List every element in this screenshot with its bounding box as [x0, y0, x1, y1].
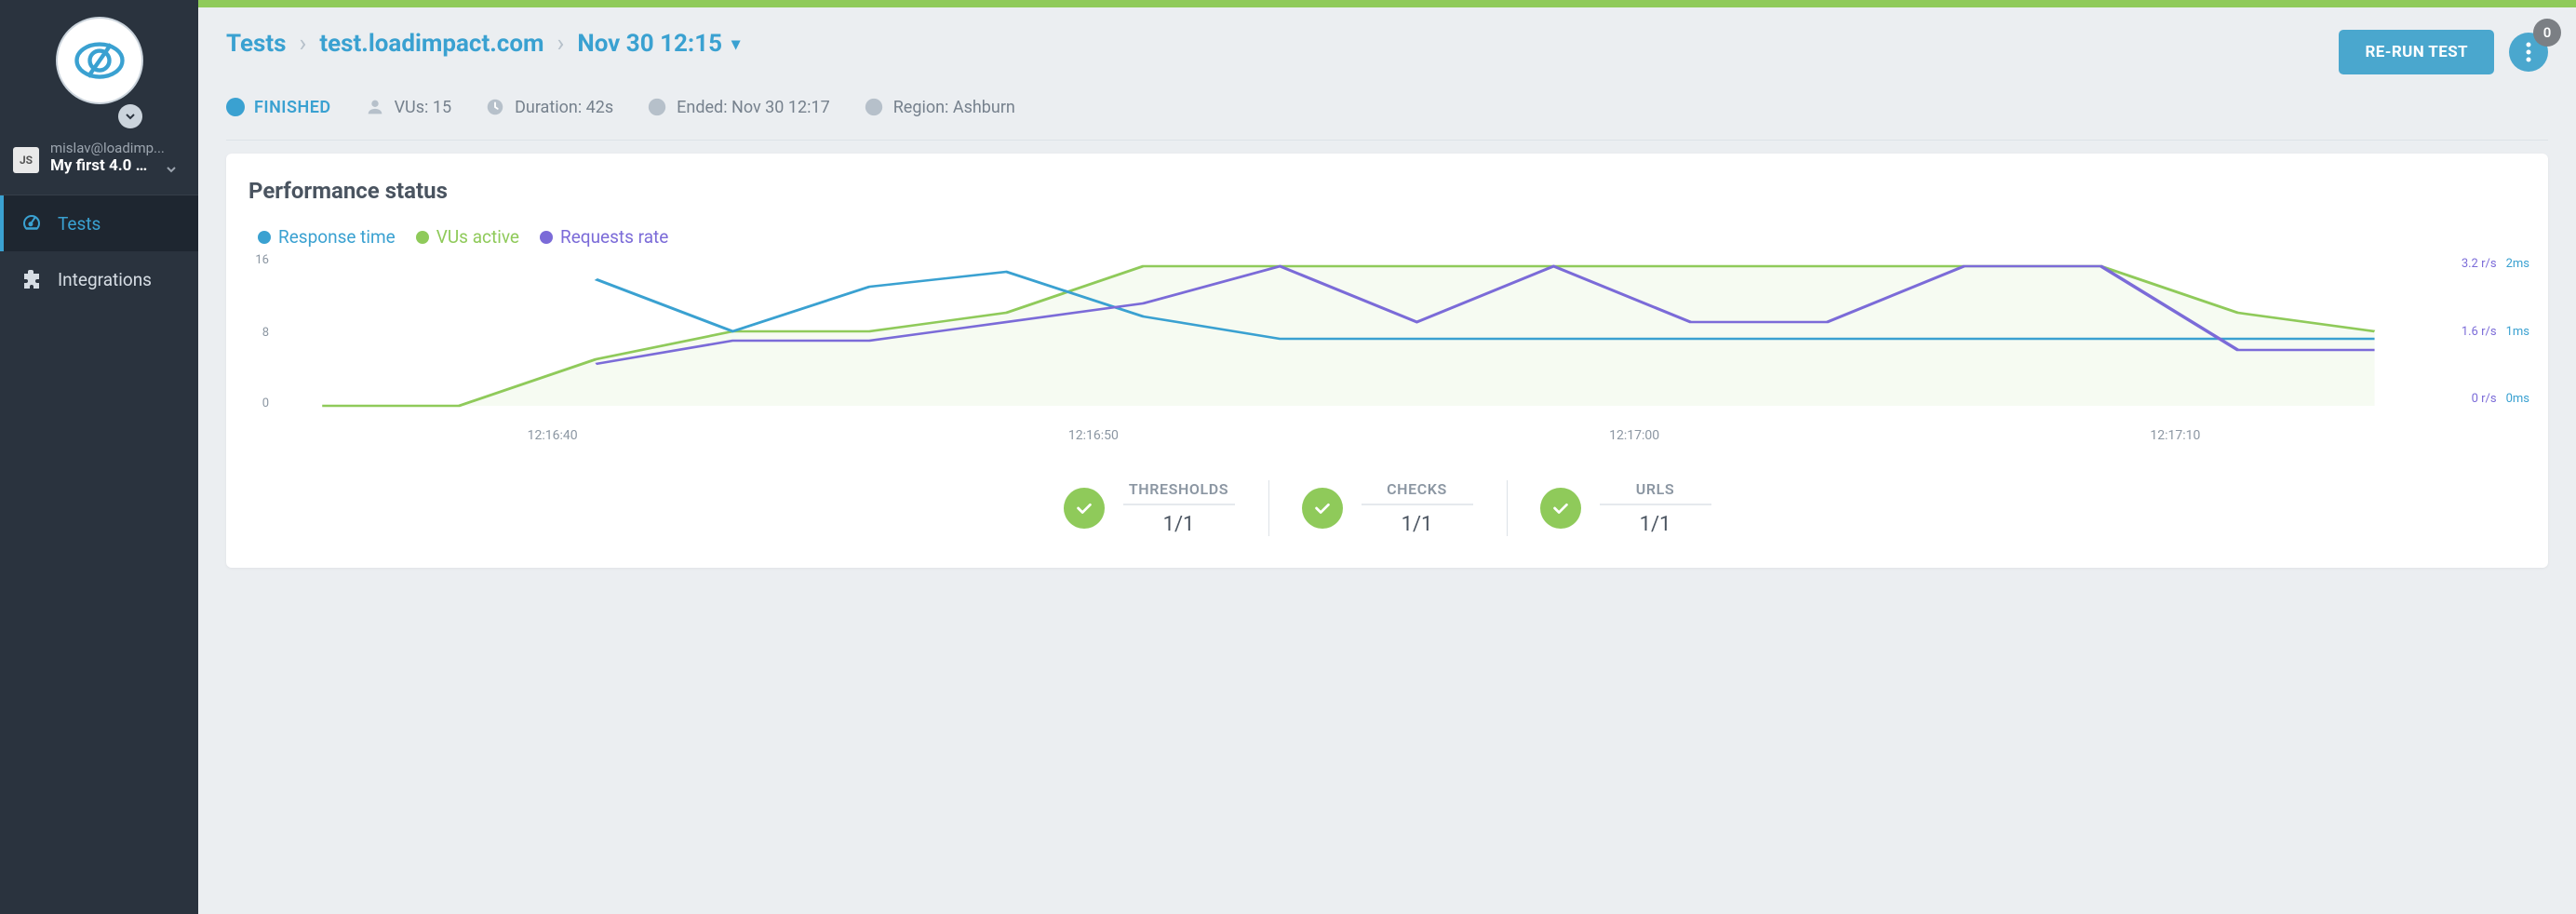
meta-region-label: Region: Ashburn [893, 98, 1015, 117]
user-icon [365, 97, 385, 117]
eye-logo-icon [74, 34, 126, 87]
legend-requests-rate[interactable]: Requests rate [540, 226, 668, 248]
y-tick: 3.2 r/s [2462, 257, 2497, 271]
meta-region: Region: Ashburn [864, 97, 1015, 117]
chart-legend: Response time VUs active Requests rate [258, 226, 2529, 248]
puzzle-icon [20, 268, 43, 290]
card-title: Performance status [248, 178, 2529, 204]
notification-badge[interactable]: 0 [2533, 19, 2561, 47]
y-tick: 0 r/s [2472, 392, 2497, 406]
y-axis-right: 3.2 r/s 2ms 1.6 r/s 1ms 0 r/s 0ms [2462, 257, 2529, 406]
breadcrumb-root[interactable]: Tests [226, 30, 287, 58]
x-axis: 12:16:40 12:16:50 12:17:00 12:17:10 [282, 428, 2446, 443]
meta-duration-label: Duration: 42s [515, 98, 613, 117]
meta-ended: Ended: Nov 30 12:17 [647, 97, 830, 117]
y-axis-left: 16 8 0 [245, 257, 273, 406]
check-icon [1064, 488, 1105, 529]
dot-icon [416, 231, 429, 244]
dot-icon [258, 231, 271, 244]
stat-title: CHECKS [1362, 480, 1473, 505]
legend-response-time[interactable]: Response time [258, 226, 396, 248]
stat-title: URLS [1600, 480, 1711, 505]
y-tick: 1.6 r/s [2462, 325, 2497, 339]
y-tick: 16 [255, 253, 269, 267]
legend-label: Response time [278, 226, 396, 248]
nav-tests-label: Tests [58, 213, 101, 235]
breadcrumb-date-dropdown[interactable]: Nov 30 12:15 ▾ [577, 30, 740, 58]
y-tick: 2ms [2506, 257, 2529, 271]
y-tick: 0 [262, 397, 269, 410]
user-email: mislav@loadimp... [50, 140, 177, 156]
nav-integrations-label: Integrations [58, 269, 152, 290]
check-icon [1540, 488, 1581, 529]
stat-urls[interactable]: URLS 1/1 [1507, 477, 1745, 540]
app-logo[interactable] [58, 19, 141, 102]
stat-value: 1/1 [1600, 513, 1711, 536]
nav-tests[interactable]: Tests [0, 195, 198, 251]
x-tick: 12:17:10 [1905, 428, 2446, 443]
main-content: Tests › test.loadimpact.com › Nov 30 12:… [198, 0, 2576, 914]
logo-wrap [0, 0, 198, 130]
breadcrumb-site[interactable]: test.loadimpact.com [319, 30, 543, 58]
status-dot-icon [226, 98, 245, 116]
header-actions: RE-RUN TEST [2339, 30, 2548, 74]
dot-icon [540, 231, 553, 244]
performance-chart: 16 8 0 3.2 r/s 2ms 1.6 r/s 1ms 0 r/s 0ms 12… [245, 257, 2529, 443]
js-badge-icon: JS [13, 147, 39, 173]
chevron-down-icon [166, 164, 177, 179]
meta-ended-label: Ended: Nov 30 12:17 [677, 98, 830, 117]
project-name: My first 4.0 proj [50, 156, 177, 180]
user-project-block[interactable]: JS mislav@loadimp... My first 4.0 proj [0, 130, 198, 195]
caret-down-icon: ▾ [731, 34, 740, 54]
y-tick: 8 [262, 326, 269, 340]
legend-label: VUs active [436, 226, 519, 248]
legend-vus-active[interactable]: VUs active [416, 226, 519, 248]
stat-value: 1/1 [1362, 513, 1473, 536]
x-tick: 12:17:00 [1364, 428, 1905, 443]
status-stripe [198, 0, 2576, 7]
status-label: FINISHED [254, 98, 331, 117]
breadcrumb-sep: › [300, 30, 307, 58]
stat-checks[interactable]: CHECKS 1/1 [1268, 477, 1507, 540]
stat-title: THRESHOLDS [1123, 480, 1235, 505]
chart-svg [245, 257, 2529, 443]
stat-value: 1/1 [1123, 513, 1235, 536]
y-tick: 0ms [2506, 392, 2529, 406]
gauge-icon [20, 212, 43, 235]
meta-vus: VUs: 15 [365, 97, 451, 117]
x-tick: 12:16:50 [823, 428, 1363, 443]
check-icon [1302, 488, 1343, 529]
page-header: Tests › test.loadimpact.com › Nov 30 12:… [198, 7, 2576, 97]
globe-icon [864, 97, 884, 117]
breadcrumb-date-label: Nov 30 12:15 [577, 30, 722, 58]
y-tick: 1ms [2506, 325, 2529, 339]
rerun-button[interactable]: RE-RUN TEST [2339, 30, 2494, 74]
stat-thresholds[interactable]: THRESHOLDS 1/1 [1030, 477, 1268, 540]
stats-row: THRESHOLDS 1/1 CHECKS 1/1 URLS 1/1 [245, 477, 2529, 540]
kebab-icon [2526, 42, 2531, 62]
breadcrumb: Tests › test.loadimpact.com › Nov 30 12:… [226, 30, 740, 58]
performance-card: Performance status Response time VUs act… [226, 154, 2548, 568]
header-divider [226, 140, 2548, 141]
legend-label: Requests rate [560, 226, 668, 248]
meta-duration: Duration: 42s [485, 97, 613, 117]
meta-status: FINISHED [226, 98, 331, 117]
sidebar: JS mislav@loadimp... My first 4.0 proj T… [0, 0, 198, 914]
meta-vus-label: VUs: 15 [395, 98, 451, 117]
logo-chevron-icon[interactable] [118, 104, 142, 128]
test-meta-row: FINISHED VUs: 15 Duration: 42s Ended: No… [198, 97, 2576, 140]
breadcrumb-sep: › [557, 30, 565, 58]
calendar-icon [647, 97, 667, 117]
x-tick: 12:16:40 [282, 428, 823, 443]
clock-icon [485, 97, 505, 117]
nav-integrations[interactable]: Integrations [0, 251, 198, 307]
